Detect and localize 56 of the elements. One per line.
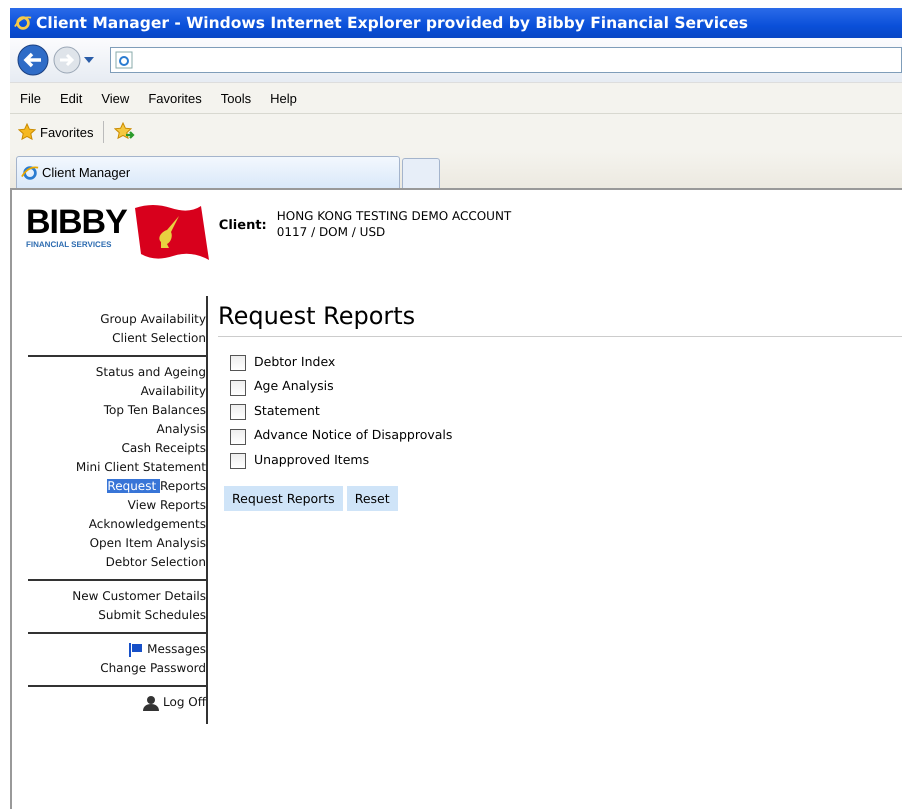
client-code: 0117 / DOM / USD — [276, 224, 386, 240]
menu-item[interactable]: Favorites — [148, 90, 202, 106]
menu-item[interactable]: File — [20, 90, 41, 106]
checkbox[interactable] — [230, 355, 246, 372]
form-button[interactable]: Reset — [346, 486, 398, 510]
sidebar-link[interactable]: Debtor Selection — [106, 553, 206, 572]
sidebar-link[interactable]: Availability — [140, 382, 206, 401]
sidebar-link[interactable]: Acknowledgements — [88, 515, 206, 534]
checkbox-label: Statement — [254, 402, 320, 418]
sidebar-link[interactable]: New Customer Details — [72, 587, 206, 606]
back-icon[interactable] — [16, 43, 50, 77]
checkbox-label: Debtor Index — [254, 354, 336, 369]
form-button[interactable]: Request Reports — [224, 486, 343, 510]
menu-item[interactable]: Tools — [220, 90, 252, 106]
user-icon — [143, 694, 160, 710]
sidebar-link[interactable]: View Reports — [128, 496, 206, 515]
checkbox[interactable] — [230, 404, 246, 420]
checkbox[interactable] — [230, 453, 246, 470]
dropdown-icon[interactable] — [84, 56, 94, 64]
favorites-button[interactable]: Favorites — [18, 123, 94, 141]
checkbox[interactable] — [230, 380, 246, 396]
menu-item[interactable]: View — [101, 90, 130, 106]
menu-item[interactable]: Help — [270, 90, 297, 106]
checkbox-label: Advance Notice of Disapprovals — [254, 427, 452, 442]
flag-icon — [129, 642, 144, 656]
browser-logo-icon — [21, 164, 39, 182]
add-favorite-icon[interactable] — [114, 122, 136, 142]
sidebar-link[interactable]: Analysis — [156, 420, 206, 439]
sidebar-link[interactable]: Mini Client Statement — [76, 458, 206, 477]
flag-logo-icon — [132, 204, 209, 262]
address-field[interactable] — [110, 47, 902, 73]
sidebar-link[interactable]: Cash Receipts — [122, 439, 206, 458]
page-icon — [115, 51, 133, 69]
page-heading: Request Reports — [218, 302, 902, 337]
sidebar-link[interactable]: Client Selection — [112, 329, 206, 348]
client-label: Client: — [218, 218, 267, 233]
sidebar-link[interactable]: Open Item Analysis — [90, 534, 206, 553]
sidebar-link[interactable]: Change Password — [100, 659, 206, 678]
checkbox[interactable] — [230, 428, 246, 445]
star-icon — [18, 123, 36, 141]
browser-logo-icon — [14, 14, 32, 32]
sidebar-link[interactable]: Group Availability — [100, 310, 206, 329]
sidebar-link[interactable]: Status and Ageing — [96, 363, 206, 382]
sidebar-link[interactable]: Submit Schedules — [98, 606, 206, 625]
sidebar-link[interactable]: Log Off — [163, 693, 206, 712]
logo-wordmark: BIBBY — [26, 204, 127, 240]
sidebar-link[interactable]: Request Reports — [107, 477, 206, 496]
menu-item[interactable]: Edit — [60, 90, 82, 106]
logo-tagline: FINANCIAL SERVICES — [26, 240, 112, 249]
sidebar-link[interactable]: Messages — [147, 640, 206, 659]
checkbox-label: Unapproved Items — [254, 452, 370, 467]
browser-tab[interactable]: Client Manager — [16, 156, 400, 188]
sidebar-link[interactable]: Top Ten Balances — [104, 401, 206, 420]
checkbox-label: Age Analysis — [254, 378, 334, 394]
window-title: Client Manager - Windows Internet Explorer provided by Bibby Financial Services — [36, 14, 748, 32]
client-name: HONG KONG TESTING DEMO ACCOUNT — [276, 208, 512, 224]
